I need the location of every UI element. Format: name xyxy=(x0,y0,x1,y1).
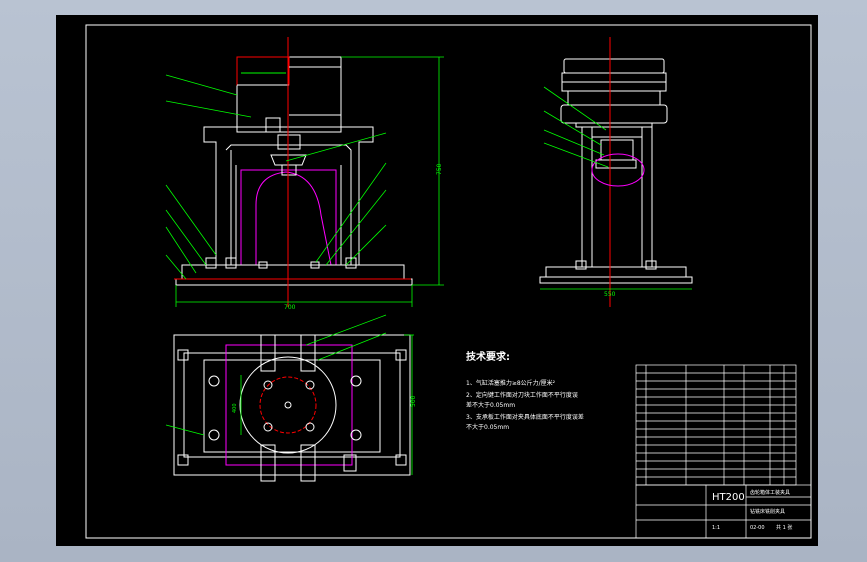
plan-inner-frame xyxy=(203,359,381,453)
plan-circle-outer xyxy=(239,356,337,454)
plan-outer xyxy=(173,334,411,476)
dim-plan-inner: 400 xyxy=(232,403,238,413)
tech-requirements-title: 技术要求: xyxy=(466,350,510,363)
tech-note-5: 不大于0.05mm xyxy=(466,423,509,431)
tech-note-4: 3、支承板工作面对夹具体底面不平行度误差 xyxy=(466,413,584,421)
cylinder-cap xyxy=(236,56,290,86)
side-cylinder-top xyxy=(563,58,665,74)
plan-dimensions xyxy=(165,314,414,475)
dim-plan-depth: 500 xyxy=(410,395,417,407)
plan-bolt-circle xyxy=(259,376,317,434)
title-name-1: 齿轮箱体工装夹具 xyxy=(750,489,790,496)
tech-note-2: 2、定向键工作面对刀块工作面不平行度误 xyxy=(466,391,578,399)
title-scale: 1:1 xyxy=(712,525,720,531)
title-drawing-no: 02-00 xyxy=(750,525,765,531)
dim-width-side: 550 xyxy=(604,291,616,298)
title-sheet: 共 1 张 xyxy=(776,524,792,531)
dim-width-front: 700 xyxy=(284,304,296,311)
title-material: HT200 xyxy=(712,492,745,503)
tech-note-3: 差不大于0.05mm xyxy=(466,401,515,409)
drawing-sheet: 750 700 550 500 400 技术要求: 1、气缸活塞推力≥8公斤力/… xyxy=(56,15,818,546)
plan-view xyxy=(173,334,411,482)
front-view xyxy=(174,37,413,307)
workpiece-profile xyxy=(255,171,332,266)
parts-list xyxy=(635,364,797,486)
front-dimensions xyxy=(165,56,444,307)
side-dimensions xyxy=(540,86,692,290)
dim-height: 750 xyxy=(436,163,443,175)
side-column-right xyxy=(641,126,653,268)
base-plate xyxy=(181,264,405,280)
cylinder-bolt xyxy=(265,117,281,133)
plan-workpiece xyxy=(225,344,353,466)
side-base xyxy=(545,266,687,278)
side-view xyxy=(539,37,693,307)
tech-note-1: 1、气缸活塞推力≥8公斤力/厘米² xyxy=(466,379,556,387)
base-foot xyxy=(175,278,413,286)
cad-drawing: 750 700 550 500 400 技术要求: 1、气缸活塞推力≥8公斤力/… xyxy=(85,24,812,539)
title-name-2: 钻铣床铣削夹具 xyxy=(750,508,785,515)
detail-circle xyxy=(591,153,645,187)
